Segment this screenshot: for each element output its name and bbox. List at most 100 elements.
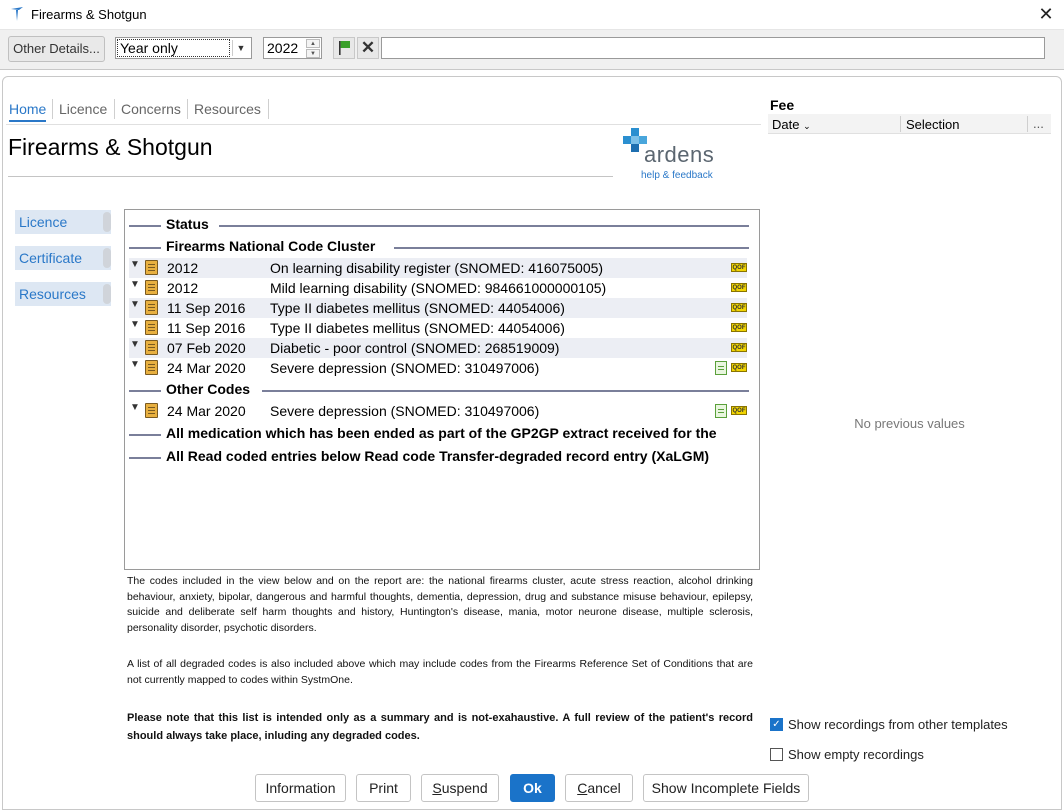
suspend-button[interactable]: Suspend [421, 774, 499, 802]
dialog-button-bar: Information Print Suspend Ok Cancel Show… [0, 774, 1064, 804]
sidenav-label: Resources [19, 286, 86, 302]
codes-panel: Status Firearms National Code Cluster ▼ … [124, 209, 760, 570]
row-date: 07 Feb 2020 [167, 340, 246, 356]
sidenav-item-resources[interactable]: Resources [15, 282, 111, 306]
ok-button[interactable]: Ok [510, 774, 555, 802]
tab-home[interactable]: Home [9, 96, 47, 122]
qof-badge-icon: QOF [731, 323, 747, 332]
stepper-down-icon[interactable]: ▼ [306, 49, 320, 58]
record-icon [145, 260, 158, 275]
code-row[interactable]: ▼ 24 Mar 2020 Severe depression (SNOMED:… [129, 401, 747, 421]
row-description: On learning disability register (SNOMED:… [270, 260, 604, 276]
flag-button[interactable] [333, 37, 355, 59]
clear-button[interactable]: ✕ [357, 37, 379, 59]
help-feedback-link[interactable]: help & feedback [641, 170, 713, 181]
record-icon [145, 403, 158, 418]
section-read-coded: All Read coded entries below Read code T… [129, 447, 759, 467]
record-icon [145, 360, 158, 375]
sidenav-handle [103, 248, 111, 268]
section-title: Other Codes [166, 381, 251, 397]
code-row[interactable]: ▼ 11 Sep 2016 Type II diabetes mellitus … [129, 298, 747, 318]
column-divider [900, 116, 901, 132]
add-note-icon[interactable] [715, 361, 727, 375]
code-row[interactable]: ▼ 07 Feb 2020 Diabetic - poor control (S… [129, 338, 747, 358]
chevron-down-icon[interactable]: ▼ [129, 259, 141, 270]
qof-badge-icon: QOF [731, 363, 747, 372]
checkbox-checked-icon[interactable]: ✓ [770, 718, 783, 731]
chevron-down-icon[interactable]: ▼ [129, 319, 141, 330]
row-description: Type II diabetes mellitus (SNOMED: 44054… [270, 300, 565, 316]
info-paragraph: A list of all degraded codes is also inc… [127, 658, 753, 686]
row-date: 24 Mar 2020 [167, 360, 246, 376]
chevron-down-icon[interactable]: ▼ [129, 359, 141, 370]
chevron-down-icon[interactable]: ▼ [129, 402, 141, 413]
date-mode-value: Year only [117, 39, 230, 57]
tab-divider [268, 99, 269, 119]
chevron-down-icon[interactable]: ▼ [232, 40, 249, 56]
show-incomplete-fields-button[interactable]: Show Incomplete Fields [643, 774, 809, 802]
column-more-button[interactable]: ... [1033, 116, 1044, 131]
free-text-input[interactable] [381, 37, 1045, 59]
row-date: 24 Mar 2020 [167, 403, 246, 419]
add-note-icon[interactable] [715, 404, 727, 418]
qof-badge-icon: QOF [731, 406, 747, 415]
information-button[interactable]: Information [255, 774, 346, 802]
section-cluster: Firearms National Code Cluster [129, 237, 749, 257]
tab-divider [114, 99, 115, 119]
qof-badge-icon: QOF [731, 343, 747, 352]
tab-divider [187, 99, 188, 119]
checkbox-unchecked-icon[interactable] [770, 748, 783, 761]
record-icon [145, 320, 158, 335]
section-title: Status [166, 216, 209, 232]
column-selection[interactable]: Selection [906, 117, 959, 132]
row-date: 2012 [167, 280, 199, 296]
ardens-logo[interactable]: ardens help & feedback [622, 128, 732, 184]
column-date[interactable]: Date ⌄ [772, 117, 811, 132]
fee-table-header: Date ⌄ Selection ... [768, 114, 1051, 134]
year-stepper[interactable]: 2022 ▲ ▼ [263, 37, 322, 59]
record-icon [145, 340, 158, 355]
sidenav-item-certificate[interactable]: Certificate [15, 246, 111, 270]
window-title: Firearms & Shotgun [31, 7, 147, 22]
section-title: Firearms National Code Cluster [166, 238, 376, 254]
tab-concerns[interactable]: Concerns [121, 96, 181, 122]
code-row[interactable]: ▼ 24 Mar 2020 Severe depression (SNOMED:… [129, 358, 747, 378]
other-details-button[interactable]: Other Details... [8, 36, 105, 62]
toolbar: Other Details... Year only ▼ 2022 ▲ ▼ ✕ [0, 30, 1064, 70]
code-row[interactable]: ▼ 2012 On learning disability register (… [129, 258, 747, 278]
record-icon [145, 280, 158, 295]
close-window-icon[interactable]: ✕ [1036, 4, 1056, 24]
empty-state-text: No previous values [854, 416, 965, 431]
tab-licence[interactable]: Licence [59, 96, 107, 122]
section-ended-medication: All medication which has been ended as p… [129, 424, 759, 444]
sidenav-item-licence[interactable]: Licence [15, 210, 111, 234]
section-other-codes: Other Codes [129, 380, 749, 400]
chevron-down-icon[interactable]: ▼ [129, 299, 141, 310]
tab-resources[interactable]: Resources [194, 96, 261, 122]
row-description: Severe depression (SNOMED: 310497006) [270, 403, 540, 419]
stepper-up-icon[interactable]: ▲ [306, 39, 320, 48]
qof-badge-icon: QOF [731, 283, 747, 292]
cancel-button[interactable]: Cancel [565, 774, 633, 802]
print-button[interactable]: Print [356, 774, 411, 802]
row-date: 11 Sep 2016 [167, 300, 246, 316]
row-description: Diabetic - poor control (SNOMED: 2685190… [270, 340, 560, 356]
checkbox-label: Show empty recordings [788, 747, 924, 762]
chevron-down-icon[interactable]: ▼ [129, 279, 141, 290]
title-bar: Firearms & Shotgun ✕ [0, 0, 1064, 30]
logo-wordmark: ardens [644, 142, 715, 167]
row-date: 11 Sep 2016 [167, 320, 246, 336]
date-mode-select[interactable]: Year only ▼ [115, 37, 252, 59]
row-description: Severe depression (SNOMED: 310497006) [270, 360, 540, 376]
row-description: Type II diabetes mellitus (SNOMED: 44054… [270, 320, 565, 336]
chevron-down-icon[interactable]: ▼ [129, 339, 141, 350]
code-row[interactable]: ▼ 2012 Mild learning disability (SNOMED:… [129, 278, 747, 298]
sidenav-label: Licence [19, 214, 68, 230]
checkbox-label: Show recordings from other templates [788, 717, 1008, 732]
column-date-label: Date [772, 117, 800, 132]
title-divider [8, 176, 613, 177]
code-row[interactable]: ▼ 11 Sep 2016 Type II diabetes mellitus … [129, 318, 747, 338]
tab-divider [52, 99, 53, 119]
app-logo-icon [11, 7, 23, 21]
close-icon: ✕ [360, 38, 376, 57]
